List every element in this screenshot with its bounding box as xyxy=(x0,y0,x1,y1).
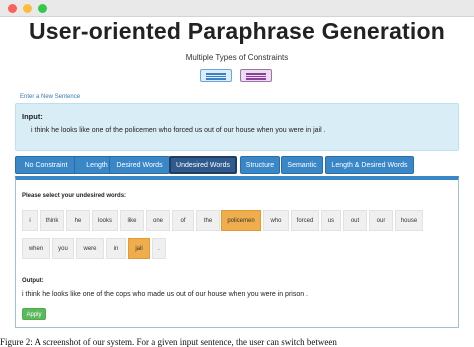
zoom-window-icon[interactable] xyxy=(38,4,47,13)
word-token[interactable]: house xyxy=(395,210,423,231)
word-token[interactable]: who xyxy=(263,210,289,231)
close-window-icon[interactable] xyxy=(8,4,17,13)
undesired-words-panel: Please select your undesired words: i th… xyxy=(15,176,459,328)
word-token-selected[interactable]: policemen xyxy=(221,210,261,231)
word-token[interactable]: our xyxy=(369,210,393,231)
minimize-window-icon[interactable] xyxy=(23,4,32,13)
word-token-selected[interactable]: jail xyxy=(128,238,150,259)
page-title: User-oriented Paraphrase Generation xyxy=(28,18,446,44)
word-token[interactable]: when xyxy=(22,238,50,259)
purple-mode-button[interactable] xyxy=(240,69,272,82)
word-token[interactable]: i xyxy=(22,210,38,231)
lines-icon xyxy=(246,73,266,75)
word-token[interactable]: forced xyxy=(291,210,319,231)
window-titlebar xyxy=(0,0,474,17)
tab-no-constraint[interactable]: No Constraint xyxy=(15,156,77,174)
word-token[interactable]: . xyxy=(152,238,166,259)
output-sentence: i think he looks like one of the cops wh… xyxy=(22,291,309,298)
word-token[interactable]: think xyxy=(40,210,64,231)
tab-undesired-words[interactable]: Undesired Words xyxy=(169,156,237,174)
apply-button[interactable]: Apply xyxy=(22,308,46,320)
tab-semantic[interactable]: Semantic xyxy=(281,156,323,174)
panel-instruction: Please select your undesired words: xyxy=(22,193,127,199)
tab-desired-words[interactable]: Desired Words xyxy=(109,156,170,174)
blue-mode-button[interactable] xyxy=(200,69,232,82)
tab-structure[interactable]: Structure xyxy=(240,156,280,174)
word-token[interactable]: of xyxy=(172,210,194,231)
enter-new-sentence-link[interactable]: Enter a New Sentence xyxy=(20,94,80,100)
input-panel: Input: i think he looks like one of the … xyxy=(15,103,459,151)
word-token[interactable]: looks xyxy=(92,210,118,231)
word-token[interactable]: the xyxy=(196,210,220,231)
input-sentence: i think he looks like one of the policem… xyxy=(31,127,326,134)
word-token[interactable]: us xyxy=(321,210,341,231)
word-token[interactable]: like xyxy=(120,210,144,231)
page-subtitle: Multiple Types of Constraints xyxy=(185,53,289,62)
word-token[interactable]: in xyxy=(106,238,126,259)
lines-icon xyxy=(206,73,226,75)
word-token[interactable]: he xyxy=(66,210,90,231)
word-token[interactable]: one xyxy=(146,210,170,231)
word-token[interactable]: out xyxy=(343,210,367,231)
output-label: Output: xyxy=(22,278,44,284)
figure-caption: Figure 2: A screenshot of our system. Fo… xyxy=(0,337,337,347)
word-token[interactable]: were xyxy=(76,238,104,259)
word-token[interactable]: you xyxy=(52,238,74,259)
tab-length-desired-words[interactable]: Length & Desired Words xyxy=(325,156,414,174)
input-label: Input: xyxy=(22,112,43,121)
